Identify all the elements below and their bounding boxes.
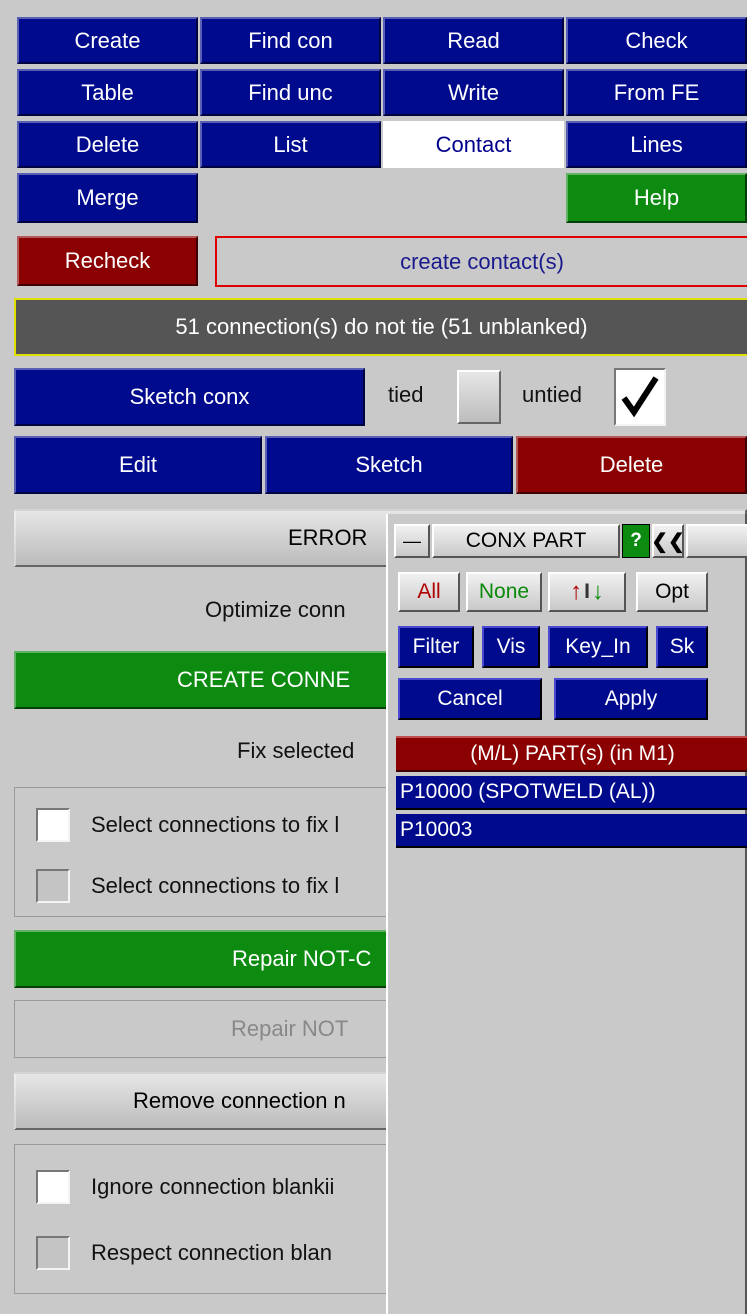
create-button[interactable]: Create xyxy=(17,17,198,64)
sk-button[interactable]: Sk xyxy=(656,626,708,668)
from-fe-button[interactable]: From FE xyxy=(566,69,747,116)
sketch-button[interactable]: Sketch xyxy=(265,436,513,494)
status-message: 51 connection(s) do not tie (51 unblanke… xyxy=(14,298,747,356)
edit-button[interactable]: Edit xyxy=(14,436,262,494)
merge-button[interactable]: Merge xyxy=(17,173,198,223)
write-button[interactable]: Write xyxy=(383,69,564,116)
panel-title: CONX PART xyxy=(432,524,620,558)
fix-option-checkbox-1[interactable] xyxy=(36,808,70,842)
sort-button[interactable]: ↑ I ↓ xyxy=(548,572,626,612)
tab-contact[interactable]: Contact xyxy=(383,121,564,168)
untied-checkbox[interactable] xyxy=(614,368,666,426)
filter-button[interactable]: Filter xyxy=(398,626,474,668)
key-in-button[interactable]: Key_In xyxy=(548,626,648,668)
none-button[interactable]: None xyxy=(466,572,542,612)
sketch-conx-button[interactable]: Sketch conx xyxy=(14,368,365,426)
respect-blanking-checkbox[interactable] xyxy=(36,1236,70,1270)
all-button[interactable]: All xyxy=(398,572,460,612)
apply-button[interactable]: Apply xyxy=(554,678,708,720)
help-button[interactable]: Help xyxy=(566,173,747,223)
recheck-button[interactable]: Recheck xyxy=(17,236,198,286)
list-header: (M/L) PART(s) (in M1) xyxy=(396,736,747,772)
find-unc-button[interactable]: Find unc xyxy=(200,69,381,116)
fix-option-label-2: Select connections to fix l xyxy=(91,873,340,898)
ignore-blanking-checkbox[interactable] xyxy=(36,1170,70,1204)
table-button[interactable]: Table xyxy=(17,69,198,116)
delete-button[interactable]: Delete xyxy=(516,436,747,494)
opt-button[interactable]: Opt xyxy=(636,572,708,612)
cancel-button[interactable]: Cancel xyxy=(398,678,542,720)
ignore-blanking-label: Ignore connection blankii xyxy=(91,1174,335,1199)
optimize-label: Optimize conn xyxy=(205,597,346,622)
conx-part-panel: — CONX PART ? ❮❮ All None ↑ I ↓ Opt Filt… xyxy=(386,514,747,1314)
checkmark-icon xyxy=(621,376,659,418)
fix-option-label-1: Select connections to fix l xyxy=(91,812,340,837)
collapse-icon[interactable]: ❮❮ xyxy=(652,524,684,558)
delete-menu-button[interactable]: Delete xyxy=(17,121,198,168)
check-button[interactable]: Check xyxy=(566,17,747,64)
panel-extra-button[interactable] xyxy=(686,524,747,558)
read-button[interactable]: Read xyxy=(383,17,564,64)
tied-label: tied xyxy=(388,382,424,407)
list-item[interactable]: P10000 (SPOTWELD (AL)) xyxy=(396,776,747,810)
list-button[interactable]: List xyxy=(200,121,381,168)
minimize-button[interactable]: — xyxy=(394,524,430,558)
sort-up-icon: ↑ xyxy=(570,578,583,605)
vis-button[interactable]: Vis xyxy=(482,626,540,668)
lines-button[interactable]: Lines xyxy=(566,121,747,168)
sort-mid-icon: I xyxy=(584,580,590,603)
create-contacts-field[interactable]: create contact(s) xyxy=(215,236,747,287)
list-item[interactable]: P10003 xyxy=(396,814,747,848)
untied-label: untied xyxy=(522,382,582,407)
respect-blanking-label: Respect connection blan xyxy=(91,1240,332,1265)
help-icon[interactable]: ? xyxy=(622,524,650,558)
sort-down-icon: ↓ xyxy=(591,578,604,605)
fix-option-checkbox-2[interactable] xyxy=(36,869,70,903)
fix-selected-label: Fix selected xyxy=(237,738,355,763)
tied-checkbox[interactable] xyxy=(457,370,501,424)
find-con-button[interactable]: Find con xyxy=(200,17,381,64)
